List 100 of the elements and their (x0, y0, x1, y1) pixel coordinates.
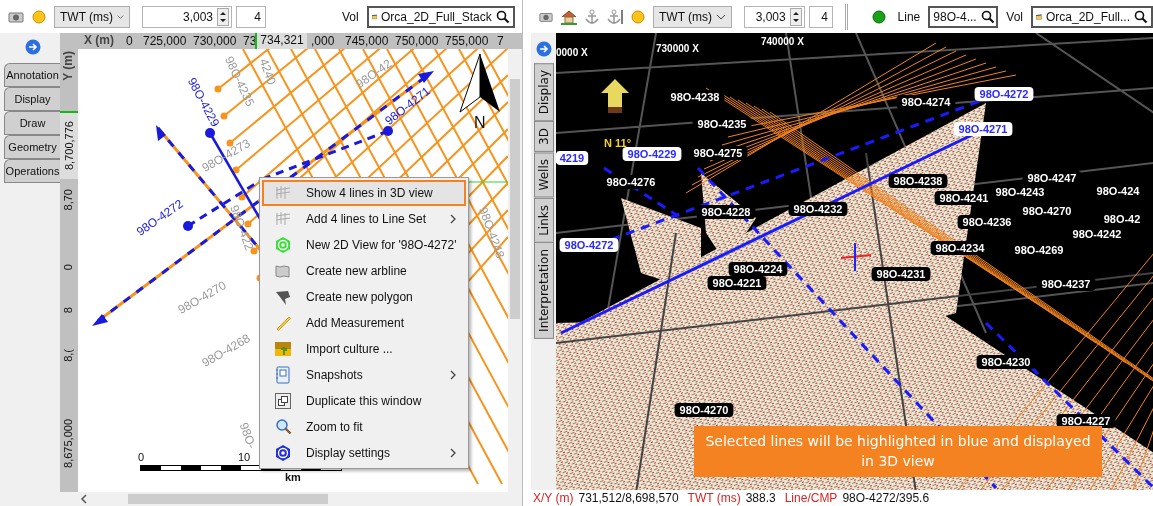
status-label: TWT (ms) (687, 491, 741, 505)
volume-field[interactable]: Orca_2D_Full... (1031, 5, 1153, 28)
north-arrow-icon (459, 53, 500, 113)
line-label: 98O-4247 (1022, 171, 1082, 185)
anchor-icon[interactable] (585, 8, 599, 25)
status-value: 731,512/8,698,570 (578, 491, 679, 505)
status-dot-icon (871, 9, 886, 24)
callout-note: Selected lines will be highlighted in blue and displayed in 3D view (694, 426, 1102, 478)
side-tab[interactable]: Display (533, 63, 554, 122)
line-label: 98O-4271 (953, 122, 1013, 136)
menu-item[interactable]: New 2D View for '98O-4272' (262, 232, 466, 258)
camera-icon[interactable] (8, 10, 24, 23)
line-field[interactable]: 98O-4... (928, 5, 999, 28)
side-tab[interactable]: Operations (4, 159, 60, 183)
line-label: 98O-4269 (1009, 243, 1069, 257)
anchor-icon[interactable] (607, 8, 623, 25)
menu-item[interactable]: Show 4 lines in 3D view (262, 180, 466, 206)
menu-item[interactable]: Create new polygon (262, 284, 466, 310)
domain-dropdown[interactable]: TWT (ms) (653, 5, 733, 28)
line-label: 4240 (256, 56, 279, 87)
side-tab[interactable]: Display (4, 87, 60, 111)
menu-item[interactable]: Zoom to fit (262, 414, 466, 440)
line-label: 98O- (236, 420, 259, 451)
ruler-title: Y (m) (61, 51, 75, 81)
cursor-coordinate: 8,700,776 (60, 111, 78, 179)
line-label: 98O-4238 (888, 174, 948, 188)
line-label: 98O-4235 (692, 117, 752, 131)
line-label: 98O-4224 (728, 262, 788, 276)
ruler-tick-label: 750,000 (395, 34, 439, 48)
domain-dropdown[interactable]: TWT (ms) (54, 5, 130, 28)
camera-icon[interactable] (539, 10, 553, 23)
north-arrow-icon (601, 79, 629, 113)
lines-icon (274, 210, 292, 228)
home-icon[interactable] (561, 8, 577, 25)
status-dot-icon (32, 9, 46, 24)
side-tab[interactable]: 3D (533, 121, 554, 153)
scale-tick-label: 10 (238, 451, 251, 463)
time-input[interactable]: 3,003 (744, 5, 805, 28)
vertical-scrollbar[interactable] (508, 49, 522, 492)
menu-item[interactable]: Import culture ... (262, 336, 466, 362)
step-input[interactable]: 4 (808, 5, 833, 28)
ruler-tick-label: 725,000 (143, 34, 187, 48)
status-value: 98O-4272/395.6 (842, 491, 930, 505)
ruler-tick-label: 8,675,000 (62, 419, 74, 468)
line-label: 98O-4228 (696, 205, 756, 219)
side-tab[interactable]: Links (533, 197, 554, 243)
spinner-icon[interactable] (217, 7, 229, 26)
polygon-icon (274, 288, 292, 306)
status-label: Line/CMP (784, 491, 838, 505)
ruler-tick-label: 8,( (62, 349, 74, 362)
menu-item[interactable]: Display settings (262, 440, 466, 466)
menu-item[interactable]: Snapshots (262, 362, 466, 388)
ruler-tick-label: 7 (497, 34, 504, 48)
axis-label: 740000 X (761, 36, 804, 48)
line-label: 98O-4230 (976, 355, 1036, 369)
duplicate-icon (274, 392, 292, 410)
line-label: 98O-4231 (871, 267, 931, 281)
horizontal-scrollbar[interactable] (60, 492, 522, 506)
side-tab[interactable]: Interpretation (533, 242, 554, 340)
line-label: 4219 (556, 151, 589, 165)
menu-item[interactable]: Add Measurement (262, 310, 466, 336)
vol-label: Vol (1006, 9, 1023, 24)
status-label: X/Y (m) (533, 491, 574, 505)
axis-label: 0000 X (556, 47, 588, 59)
ruler-tick-label: 0 (126, 34, 133, 48)
side-tab[interactable]: Draw (4, 111, 60, 135)
chevron-down-icon (716, 13, 727, 20)
search-icon[interactable] (1134, 9, 1148, 24)
line-label-text: Line (897, 9, 921, 24)
chevron-left-icon[interactable] (80, 494, 88, 504)
side-tab[interactable]: Wells (533, 152, 554, 198)
scale-unit: km (285, 471, 301, 483)
line-label: 98O-4272 (974, 87, 1034, 101)
search-icon[interactable] (980, 9, 995, 24)
side-tab[interactable]: Geometry (4, 135, 60, 159)
arrow-right-icon[interactable] (25, 39, 41, 55)
line-label: 98O-424 (1091, 184, 1145, 198)
arrow-right-icon[interactable] (535, 41, 552, 57)
snapshots-icon (274, 366, 292, 384)
spinner-icon[interactable] (789, 7, 802, 26)
settings-icon (274, 444, 292, 462)
menu-item[interactable]: Add 4 lines to Line Set (262, 206, 466, 232)
menu-item[interactable]: Duplicate this window (262, 388, 466, 414)
menu-item[interactable]: Create new arbline (262, 258, 466, 284)
target-icon (274, 236, 292, 254)
line-label: 98O-4232 (788, 202, 848, 216)
line-label: 98O-4274 (896, 95, 956, 109)
line-label: 98O-4272 (559, 238, 619, 252)
line-label: 98O-4270 (1017, 204, 1077, 218)
cursor-coordinate: 734,321 (255, 33, 307, 49)
compass-label: N 11° (604, 137, 632, 149)
line-label: 98O-4237 (1036, 277, 1096, 291)
side-tab[interactable]: Annotation (4, 63, 60, 87)
ruler-tick-label: 730,000 (193, 34, 237, 48)
search-icon[interactable] (495, 9, 510, 24)
line-label: 98O-42 (1099, 212, 1145, 226)
time-input[interactable]: 3,003 (142, 5, 232, 28)
step-input[interactable]: 4 (236, 5, 266, 28)
ruler-tick-label: 755,000 (445, 34, 489, 48)
volume-field[interactable]: Orca_2D_Full_Stack (366, 5, 515, 28)
